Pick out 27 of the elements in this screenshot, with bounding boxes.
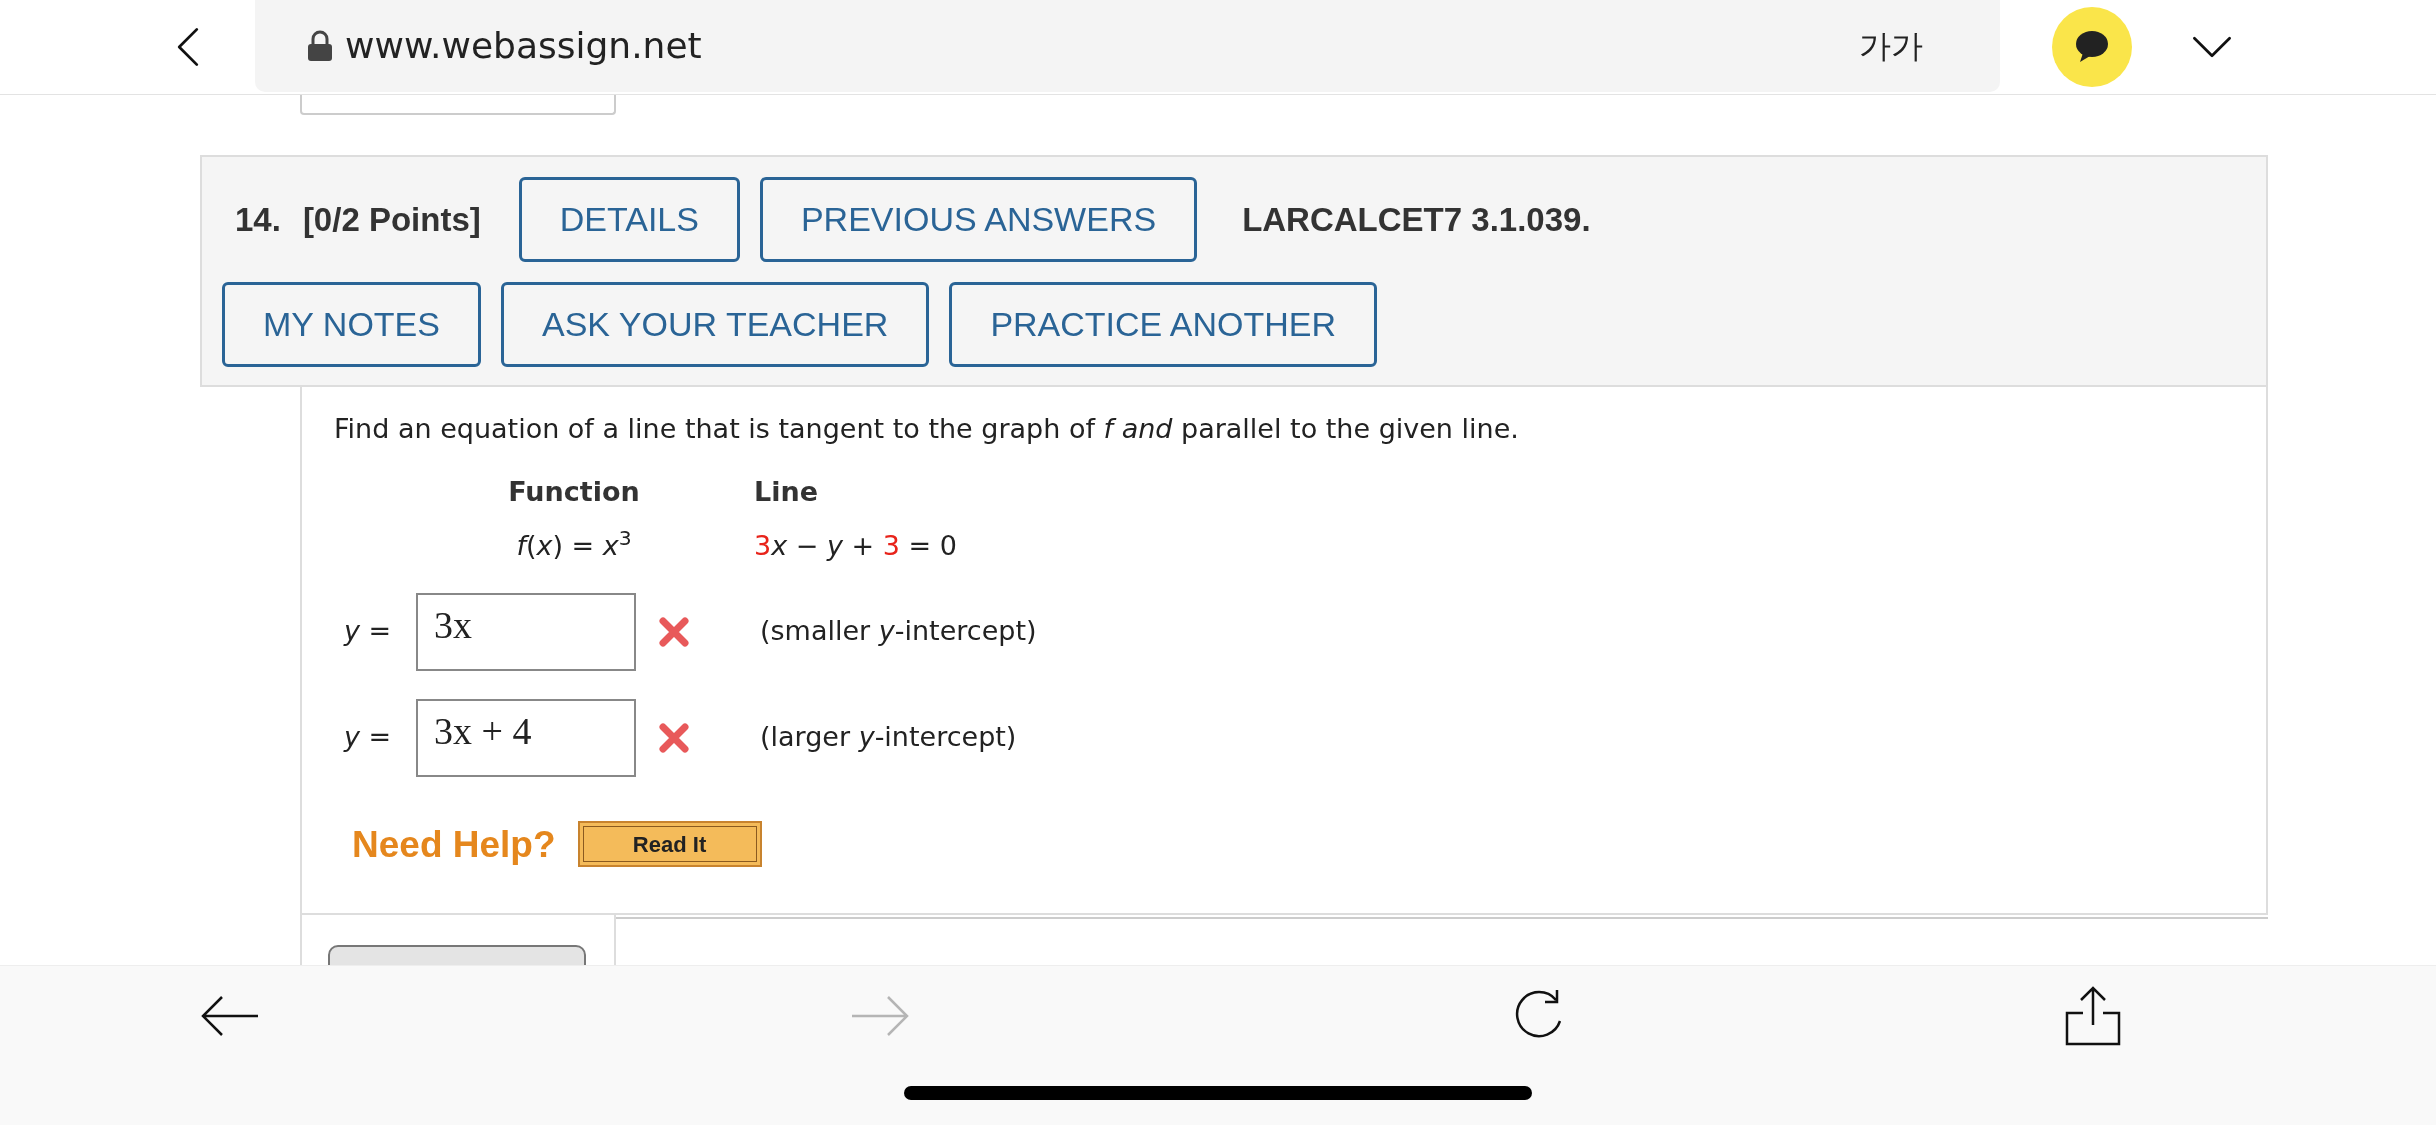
answer-field[interactable]: 3x + 4	[416, 698, 636, 777]
line-equation: 3x − y + 3 = 0	[754, 529, 957, 563]
read-it-button[interactable]: Read It	[577, 821, 762, 868]
question-button[interactable]: PRACTICE ANOTHER	[949, 282, 1378, 367]
answer-hint: (larger y-intercept)	[760, 720, 1017, 755]
answer-hint: (smaller y-intercept)	[760, 614, 1037, 649]
url-text: www.webassign.net	[345, 24, 702, 68]
share-icon[interactable]	[2063, 985, 2123, 1047]
points-text: [0/2 Points]	[302, 199, 481, 240]
question-prompt: Find an equation of a line that is tangent to the graph of f and parallel to the given line.	[334, 412, 1520, 446]
equation-prefix: y =	[342, 614, 393, 649]
question-button[interactable]: ASK YOUR TEACHER	[500, 282, 930, 367]
question-button[interactable]: PREVIOUS ANSWERS	[759, 177, 1198, 262]
answer-field[interactable]: 3x	[416, 592, 636, 671]
reference-code: LARCALCET7 3.1.039.	[1242, 199, 1591, 240]
function-formula: f(x) = x$^{3}$	[515, 526, 633, 563]
text-size-button[interactable]: 가가	[1859, 22, 1923, 70]
question-button[interactable]: MY NOTES	[222, 282, 481, 367]
question-number: 14.	[235, 199, 281, 240]
lock-icon	[307, 30, 333, 62]
help-title: Need Help?	[352, 822, 556, 867]
address-bar[interactable]: www.webassign.net 가가	[255, 0, 2000, 92]
question-button[interactable]: DETAILS	[518, 177, 740, 262]
column-header: Line	[754, 474, 819, 509]
equation-prefix: y =	[342, 720, 393, 755]
speech-bubble-icon	[2074, 30, 2110, 64]
column-header: Function	[507, 474, 641, 509]
